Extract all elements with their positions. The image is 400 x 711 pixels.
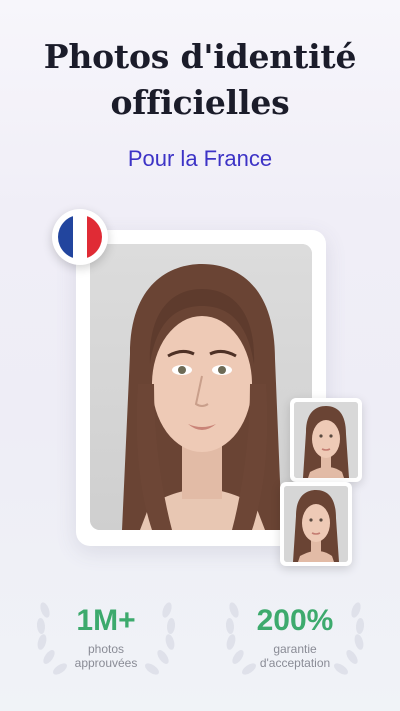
stat-label-line-1: photos (87, 642, 125, 656)
thumbnail-photo-2 (280, 482, 352, 566)
thumbnail-photo-2-image (284, 486, 348, 562)
stat-label-line-1: garantie (273, 642, 317, 656)
stat-acceptance-guarantee: 200% garantie d'acceptation (220, 586, 370, 686)
stat-label: garantie d'acceptation (220, 642, 370, 670)
flag-white-stripe (72, 215, 88, 259)
stat-label-line-2: approuvées (74, 656, 138, 670)
stat-value: 200% (256, 604, 334, 637)
page-title: Photos d'identité officielles (0, 34, 400, 126)
france-flag-badge (52, 209, 108, 265)
france-flag-icon (58, 215, 102, 259)
title-line-1: Photos d'identité (43, 37, 357, 76)
stat-approved-photos: 1M+ photos approuvées (31, 586, 181, 686)
id-photo-main (90, 244, 312, 530)
thumbnail-photo-1 (290, 398, 362, 482)
title-line-2: officielles (110, 83, 290, 122)
flag-blue-stripe (58, 215, 73, 259)
page-subtitle: Pour la France (127, 146, 273, 171)
flag-red-stripe (87, 215, 102, 259)
stat-label-line-2: d'acceptation (259, 656, 331, 670)
stat-label: photos approuvées (31, 642, 181, 670)
thumbnail-photo-1-image (294, 402, 358, 478)
stat-value: 1M+ (76, 604, 136, 637)
